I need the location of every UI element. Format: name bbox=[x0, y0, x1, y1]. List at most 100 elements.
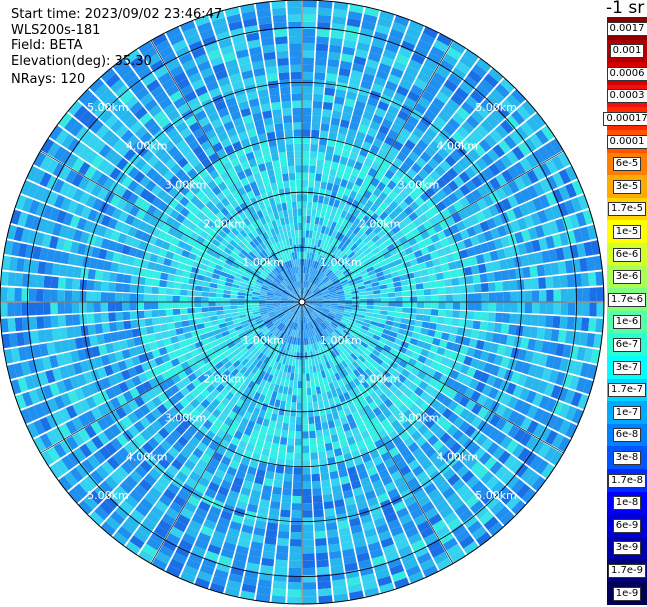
ppi-gate-cell bbox=[500, 270, 510, 281]
ppi-gate-cell bbox=[159, 279, 167, 288]
ppi-gate-cell bbox=[302, 416, 309, 425]
ppi-gate-cell bbox=[281, 100, 292, 109]
ppi-gate-cell bbox=[182, 326, 191, 334]
ppi-gate-cell bbox=[302, 230, 306, 238]
ppi-gate-cell bbox=[50, 315, 59, 328]
ppi-gate-cell bbox=[208, 306, 217, 312]
ppi-gate-cell bbox=[282, 487, 292, 496]
ppi-gate-cell bbox=[430, 288, 439, 295]
ppi-gate-cell bbox=[270, 182, 278, 191]
ppi-gate-cell bbox=[195, 318, 204, 325]
ppi-gate-cell bbox=[302, 64, 314, 73]
ppi-gate-cell bbox=[326, 449, 335, 459]
ppi-gate-cell bbox=[302, 43, 315, 51]
ppi-gate-cell bbox=[465, 319, 474, 329]
ppi-gate-cell bbox=[445, 309, 453, 318]
ppi-gate-cell bbox=[302, 438, 310, 446]
ppi-gate-cell bbox=[445, 286, 453, 295]
ppi-gate-cell bbox=[302, 503, 313, 511]
ppi-gate-cell bbox=[294, 151, 302, 159]
ppi-gate-cell bbox=[123, 274, 132, 284]
ppi-gate-cell bbox=[283, 415, 290, 424]
ppi-gate-cell bbox=[271, 442, 280, 452]
ppi-gate-cell bbox=[297, 208, 302, 216]
ppi-gate-cell bbox=[302, 366, 306, 374]
ppi-gate-cell bbox=[302, 467, 311, 475]
ppi-gate-cell bbox=[298, 359, 302, 367]
ppi-gate-cell bbox=[298, 222, 302, 231]
ppi-gate-cell bbox=[279, 437, 288, 445]
ppi-gate-cell bbox=[273, 116, 283, 125]
ppi-gate-cell bbox=[57, 315, 66, 327]
ppi-gate-cell bbox=[276, 203, 283, 212]
ppi-gate-cell bbox=[188, 319, 197, 326]
ppi-gate-cell bbox=[308, 172, 316, 181]
ppi-gate-cell bbox=[43, 289, 51, 302]
ppi-gate-cell bbox=[272, 7, 287, 16]
ppi-gate-cell bbox=[266, 522, 278, 531]
ppi-gate-cell bbox=[465, 275, 474, 285]
ppi-gate-cell bbox=[313, 187, 320, 196]
ppi-gate-cell bbox=[332, 184, 340, 193]
ppi-gate-cell bbox=[36, 275, 45, 288]
ppi-gate-cell bbox=[289, 373, 295, 381]
ppi-gate-cell bbox=[108, 312, 117, 322]
ppi-gate-cell bbox=[344, 296, 353, 300]
ppi-gate-cell bbox=[486, 322, 496, 332]
ppi-gate-cell bbox=[152, 324, 162, 333]
ppi-gate-cell bbox=[305, 230, 310, 238]
ppi-gate-cell bbox=[302, 381, 307, 389]
ppi-gate-cell bbox=[366, 302, 374, 306]
ppi-gate-cell bbox=[326, 73, 338, 82]
ppi-gate-cell bbox=[50, 289, 58, 302]
ppi-gate-cell bbox=[86, 302, 94, 313]
ppi-gate-cell bbox=[35, 288, 44, 302]
ppi-gate-cell bbox=[392, 321, 401, 328]
ppi-gate-cell bbox=[287, 209, 293, 217]
ppi-gate-cell bbox=[297, 388, 302, 396]
ppi-gate-cell bbox=[187, 290, 195, 297]
ppi-gate-cell bbox=[302, 352, 305, 360]
ppi-gate-cell bbox=[270, 500, 281, 510]
ppi-gate-cell bbox=[292, 237, 296, 246]
ppi-gate-cell bbox=[322, 108, 332, 118]
ppi-gate-cell bbox=[442, 324, 452, 333]
ppi-gate-cell bbox=[94, 270, 104, 281]
ppi-gate-cell bbox=[277, 530, 290, 539]
ppi-gate-cell bbox=[294, 230, 299, 238]
ppi-gate-cell bbox=[314, 523, 326, 532]
ppi-gate-cell bbox=[463, 266, 473, 276]
ppi-gate-cell bbox=[495, 302, 504, 312]
ppi-gate-cell bbox=[296, 251, 300, 260]
ppi-gate-cell bbox=[580, 272, 590, 287]
ppi-gate-cell bbox=[251, 304, 260, 308]
ppi-gate-cell bbox=[302, 337, 305, 346]
ppi-gate-cell bbox=[275, 552, 289, 561]
ppi-gate-cell bbox=[73, 266, 82, 278]
ppi-gate-cell bbox=[290, 64, 302, 73]
ppi-gate-cell bbox=[329, 44, 342, 54]
ppi-gate-cell bbox=[295, 424, 302, 432]
ppi-gate-cell bbox=[131, 328, 141, 338]
ppi-gate-cell bbox=[268, 87, 280, 96]
ppi-gate-cell bbox=[314, 379, 320, 388]
ppi-gate-cell bbox=[237, 292, 246, 296]
ppi-gate-cell bbox=[344, 304, 353, 308]
ppi-gate-cell bbox=[264, 184, 272, 193]
ppi-gate-cell bbox=[275, 130, 285, 139]
ppi-gate-cell bbox=[322, 493, 333, 503]
ppi-gate-cell bbox=[258, 302, 267, 305]
ppi-gate-cell bbox=[275, 174, 283, 183]
ppi-gate-cell bbox=[470, 329, 480, 339]
ppi-gate-cell bbox=[222, 298, 231, 302]
ppi-gate-cell bbox=[244, 302, 252, 305]
ppi-gate-cell bbox=[272, 189, 280, 198]
ppi-gate-cell bbox=[302, 122, 311, 130]
ppi-gate-cell bbox=[286, 201, 292, 210]
ppi-gate-cell bbox=[293, 122, 302, 130]
ppi-gate-cell bbox=[327, 58, 340, 68]
ppi-gate-cell bbox=[165, 288, 174, 295]
ppi-gate-cell bbox=[311, 209, 317, 217]
ppi-gate-cell bbox=[321, 479, 331, 488]
ppi-gate-cell bbox=[289, 553, 302, 561]
